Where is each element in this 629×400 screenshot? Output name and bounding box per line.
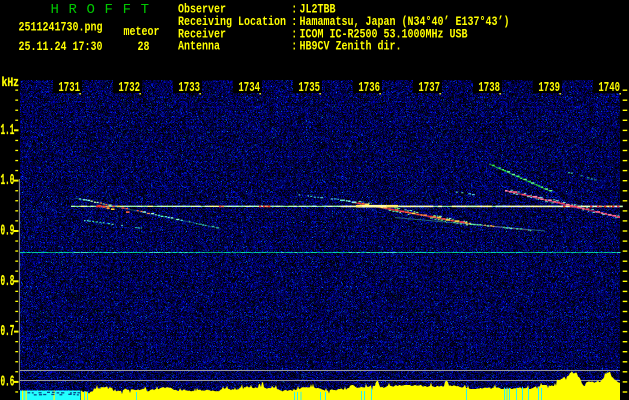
svg-text:28: 28	[138, 39, 150, 54]
svg-text:1740: 1740	[598, 80, 620, 96]
svg-text:H R O F F T: H R O F F T	[51, 2, 150, 18]
svg-text:HB9CV Zenith dir.: HB9CV Zenith dir.	[300, 39, 402, 54]
svg-text:kHz: kHz	[2, 75, 20, 90]
svg-text:Antenna: Antenna	[178, 39, 220, 54]
svg-text:0.9: 0.9	[1, 223, 15, 240]
svg-text:1738: 1738	[478, 80, 500, 96]
svg-text::: :	[291, 39, 297, 54]
svg-text:1733: 1733	[178, 80, 200, 96]
svg-text:1731: 1731	[58, 80, 80, 96]
svg-text:meteor: meteor	[124, 24, 160, 39]
svg-text:1732: 1732	[118, 80, 140, 96]
svg-text:1736: 1736	[358, 80, 380, 96]
svg-text:1.0: 1.0	[1, 172, 15, 189]
svg-text:1737: 1737	[418, 80, 440, 96]
svg-text:1735: 1735	[298, 80, 320, 96]
svg-text:1.1: 1.1	[1, 122, 15, 139]
svg-text:0.7: 0.7	[1, 323, 15, 340]
svg-text:0.8: 0.8	[1, 273, 15, 290]
svg-text:1734: 1734	[238, 80, 260, 96]
svg-text:2511241730.png: 2511241730.png	[19, 20, 103, 35]
svg-text:0.6: 0.6	[1, 374, 15, 391]
svg-text:25.11.24 17:30: 25.11.24 17:30	[19, 39, 103, 54]
svg-text:1739: 1739	[538, 80, 560, 96]
